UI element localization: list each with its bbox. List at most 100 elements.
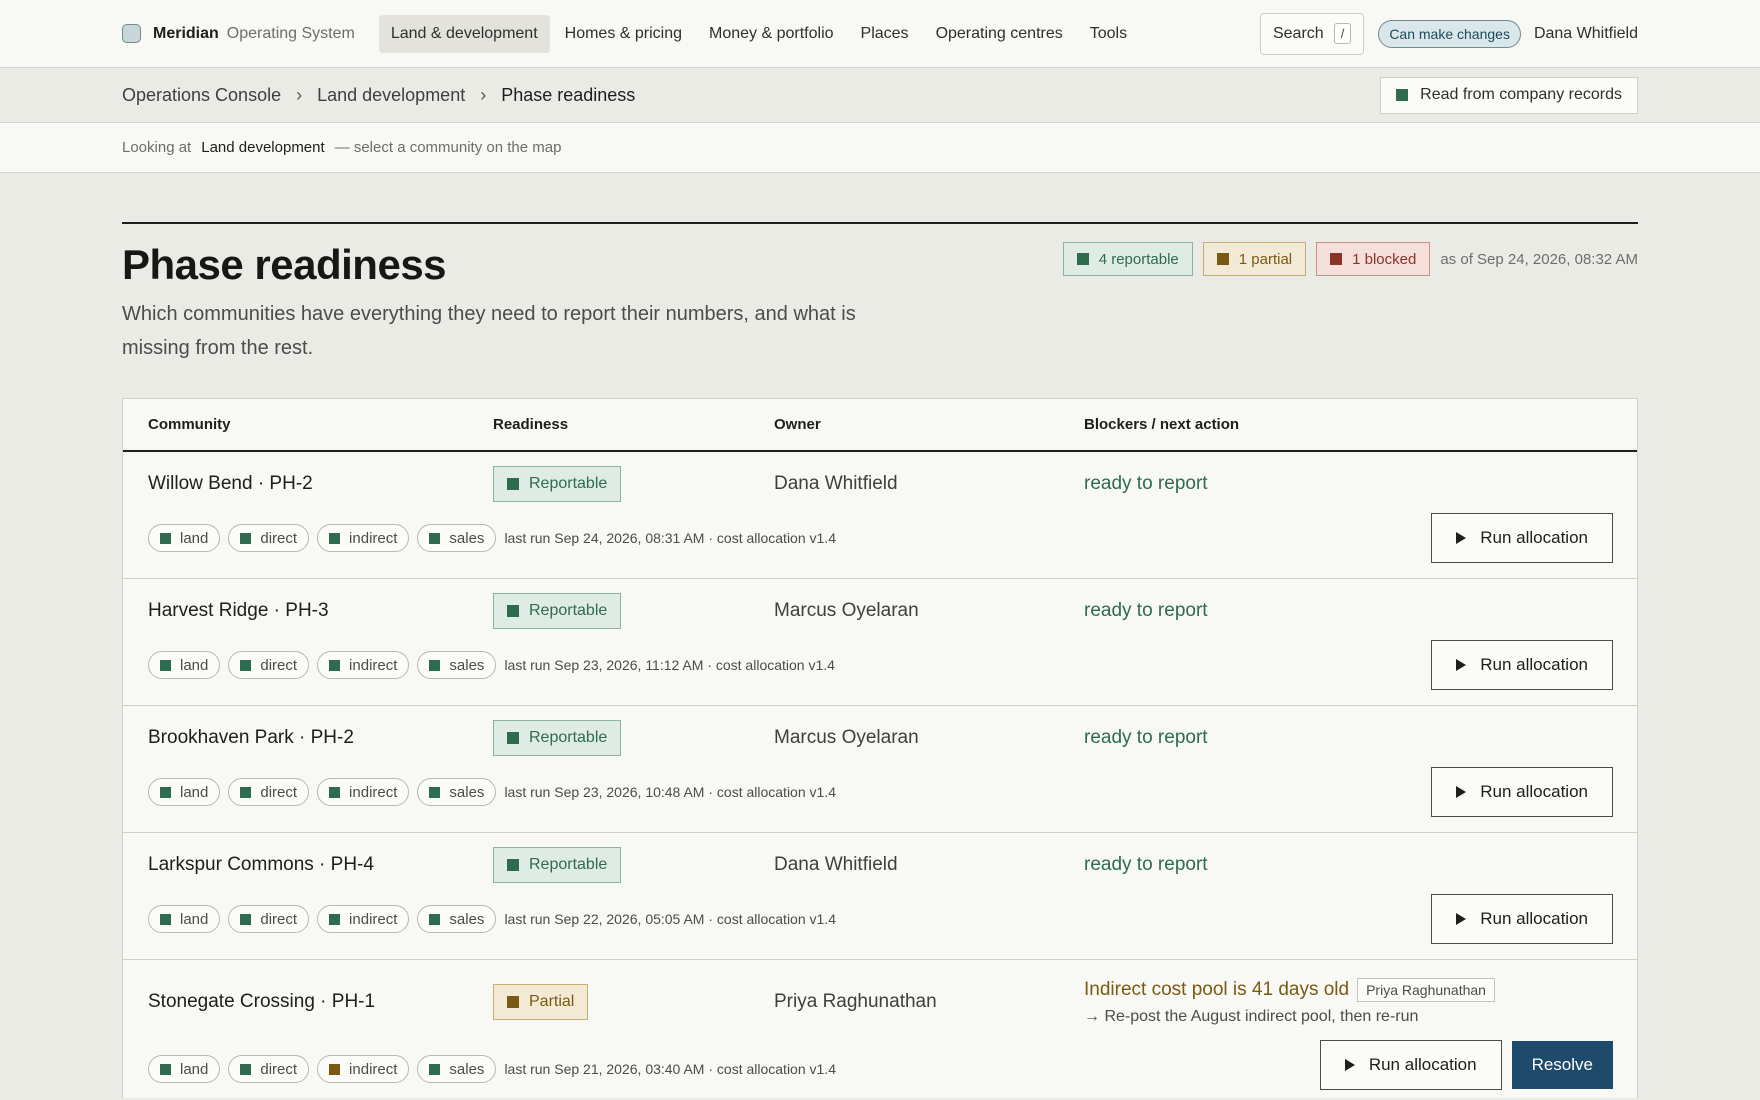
readiness-summary: 4 reportable 1 partial 1 blocked as of S… xyxy=(1053,242,1638,276)
community-name[interactable]: Larkspur Commons · PH-4 xyxy=(123,854,493,876)
source-chip-indirect: indirect xyxy=(317,1055,410,1083)
brand-subtitle: Operating System xyxy=(226,24,355,42)
partial-count-badge: 1 partial xyxy=(1202,242,1307,276)
source-chip-land: land xyxy=(148,1055,221,1083)
status-square-icon xyxy=(429,1063,441,1075)
readiness-label: Reportable xyxy=(529,856,608,873)
reportable-count: 4 reportable xyxy=(1098,250,1179,268)
readiness-table: Community Readiness Owner Blockers / nex… xyxy=(122,398,1638,1098)
play-icon xyxy=(1456,786,1467,798)
search-shortcut-key: / xyxy=(1333,23,1352,44)
chip-label: land xyxy=(180,910,209,928)
chip-label: direct xyxy=(260,656,298,674)
brand[interactable]: Meridian Operating System xyxy=(122,24,355,43)
table-row: Harvest Ridge · PH-3 Reportable Marcus O… xyxy=(123,579,1637,706)
source-chip-indirect: indirect xyxy=(317,651,410,679)
status-square-icon xyxy=(160,1063,171,1075)
nav-item-tools[interactable]: Tools xyxy=(1078,15,1139,53)
blocked-count-badge: 1 blocked xyxy=(1316,242,1431,276)
main-nav: Land & development Homes & pricing Money… xyxy=(378,14,1142,53)
top-navigation: Meridian Operating System Land & develop… xyxy=(0,0,1760,68)
community-name[interactable]: Harvest Ridge · PH-3 xyxy=(123,600,493,622)
chip-label: indirect xyxy=(349,529,398,547)
column-header-blockers: Blockers / next action xyxy=(1084,416,1240,433)
context-bar: Looking at Land development — select a c… xyxy=(0,123,1760,173)
main-content: Phase readiness Which communities have e… xyxy=(0,222,1760,1098)
run-allocation-label: Run allocation xyxy=(1368,1055,1477,1074)
community-name[interactable]: Willow Bend · PH-2 xyxy=(123,473,493,495)
last-run-meta: last run Sep 23, 2026, 10:48 AM · cost a… xyxy=(504,784,836,800)
status-square-icon xyxy=(1396,89,1409,101)
source-chip-direct: direct xyxy=(228,1055,310,1083)
readiness-badge: Reportable xyxy=(493,593,622,629)
chip-label: direct xyxy=(260,1060,298,1078)
status-square-icon xyxy=(160,659,171,671)
status-square-icon xyxy=(240,913,252,925)
next-action: ready to report xyxy=(1084,727,1208,748)
status-square-icon xyxy=(240,659,252,671)
status-square-icon xyxy=(329,786,341,798)
breadcrumb-land-development[interactable]: Land development xyxy=(317,85,465,106)
chip-label: indirect xyxy=(349,910,398,928)
chip-label: land xyxy=(180,529,209,547)
owner-name: Priya Raghunathan xyxy=(774,991,937,1012)
status-square-icon xyxy=(1216,253,1229,265)
chip-label: direct xyxy=(260,910,298,928)
search-button[interactable]: Search / xyxy=(1259,12,1365,55)
status-square-icon xyxy=(329,913,341,925)
readiness-badge: Reportable xyxy=(493,720,622,756)
chevron-right-icon: › xyxy=(480,84,487,105)
source-chip-indirect: indirect xyxy=(317,905,410,933)
status-square-icon xyxy=(160,913,171,925)
status-square-icon xyxy=(429,913,441,925)
play-icon xyxy=(1456,913,1467,925)
breadcrumb-operations-console[interactable]: Operations Console xyxy=(122,85,281,106)
source-chip-land: land xyxy=(148,524,221,552)
breadcrumb: Operations Console › Land development › … xyxy=(0,68,1760,123)
status-square-icon xyxy=(429,659,441,671)
readiness-label: Reportable xyxy=(529,729,608,746)
chevron-right-icon: › xyxy=(296,84,303,105)
run-allocation-button[interactable]: Run allocation xyxy=(1319,1040,1502,1090)
run-allocation-button[interactable]: Run allocation xyxy=(1431,767,1613,817)
last-run-meta: last run Sep 22, 2026, 05:05 AM · cost a… xyxy=(504,911,836,927)
partial-count: 1 partial xyxy=(1238,250,1293,268)
table-row: Brookhaven Park · PH-2 Reportable Marcus… xyxy=(123,706,1637,833)
status-square-icon xyxy=(160,532,171,544)
next-action: ready to report xyxy=(1084,473,1208,494)
nav-item-places[interactable]: Places xyxy=(849,15,921,53)
run-allocation-button[interactable]: Run allocation xyxy=(1431,513,1613,563)
source-chip-indirect: indirect xyxy=(317,524,410,552)
community-name[interactable]: Stonegate Crossing · PH-1 xyxy=(123,991,493,1013)
nav-item-operating-centres[interactable]: Operating centres xyxy=(924,15,1075,53)
resolve-button[interactable]: Resolve xyxy=(1511,1041,1613,1089)
brand-name: Meridian xyxy=(153,24,219,42)
user-menu[interactable]: Dana Whitfield xyxy=(1534,25,1638,43)
source-chip-sales: sales xyxy=(417,524,497,552)
run-allocation-button[interactable]: Run allocation xyxy=(1431,894,1613,944)
chip-label: land xyxy=(180,656,209,674)
chip-label: sales xyxy=(449,1060,485,1078)
records-label: Read from company records xyxy=(1420,86,1622,103)
community-name[interactable]: Brookhaven Park · PH-2 xyxy=(123,727,493,749)
chip-label: direct xyxy=(260,529,298,547)
readiness-badge: Reportable xyxy=(493,847,622,883)
source-chip-indirect: indirect xyxy=(317,778,410,806)
status-square-icon xyxy=(240,1063,252,1075)
status-square-icon xyxy=(1076,253,1089,265)
page-description: Which communities have everything they n… xyxy=(122,303,856,359)
context-value[interactable]: Land development xyxy=(201,139,324,156)
owner-name: Marcus Oyelaran xyxy=(774,727,919,748)
status-square-icon xyxy=(429,786,441,798)
status-square-icon xyxy=(507,605,519,617)
last-run-meta: last run Sep 23, 2026, 11:12 AM · cost a… xyxy=(504,657,835,673)
run-allocation-button[interactable]: Run allocation xyxy=(1431,640,1613,690)
nav-item-land-development[interactable]: Land & development xyxy=(378,14,550,53)
play-icon xyxy=(1456,532,1467,544)
source-chip-direct: direct xyxy=(228,905,310,933)
column-header-readiness: Readiness xyxy=(493,416,569,433)
nav-item-homes-pricing[interactable]: Homes & pricing xyxy=(553,15,694,53)
play-icon xyxy=(1344,1059,1355,1071)
nav-item-money-portfolio[interactable]: Money & portfolio xyxy=(697,15,846,53)
company-records-button[interactable]: Read from company records xyxy=(1380,76,1638,114)
